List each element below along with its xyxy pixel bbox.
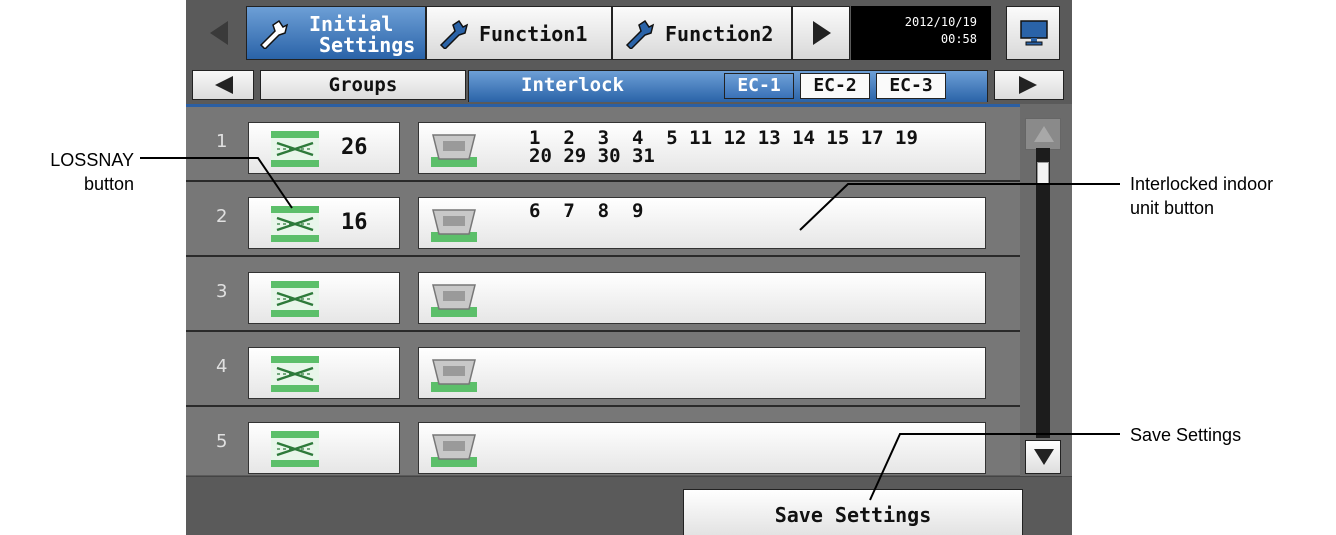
clock-date: 2012/10/19 [904, 15, 977, 29]
row-number: 2 [216, 206, 228, 227]
lossnay-icon [271, 356, 319, 392]
tab-initial-settings[interactable]: Initial Settings [246, 6, 426, 60]
row-number: 3 [216, 281, 228, 302]
indoor-unit-button[interactable] [418, 347, 986, 399]
right-arrow-icon [813, 21, 831, 45]
wrench-icon [439, 19, 469, 49]
lossnay-icon [271, 206, 319, 242]
interlock-list: 1 26 1 2 3 4 5 11 12 13 14 15 17 19 20 2… [186, 104, 1020, 475]
callout-indoor-unit: Interlocked indoor unit button [1130, 172, 1273, 220]
callout-lossnay-line2: button [83, 174, 134, 194]
lossnay-icon [271, 281, 319, 317]
row-number: 4 [216, 356, 228, 377]
list-item: 3 [186, 257, 1020, 332]
list-item: 1 26 1 2 3 4 5 11 12 13 14 15 17 19 20 2… [186, 107, 1020, 182]
clock-time: 00:58 [940, 32, 977, 46]
lossnay-button[interactable] [248, 422, 400, 474]
callout-save-settings: Save Settings [1130, 425, 1242, 445]
unit-numbers-line2: 20 29 30 31 [529, 145, 655, 167]
row-number: 1 [216, 131, 228, 152]
tab-function1[interactable]: Function1 [426, 6, 612, 60]
tab-function2[interactable]: Function2 [612, 6, 792, 60]
left-arrow-icon [215, 76, 233, 94]
touch-screen: Initial Settings Function1 Function2 201… [186, 0, 1072, 535]
bottom-bar: Save Settings [186, 476, 1072, 535]
top-navigation-bar: Initial Settings Function1 Function2 201… [186, 0, 1072, 66]
list-item: 5 [186, 407, 1020, 475]
tab-groups[interactable]: Groups [260, 70, 466, 100]
lossnay-icon [271, 131, 319, 167]
indoor-unit-icon [431, 434, 477, 467]
lossnay-address: 16 [341, 210, 368, 235]
clock-display: 2012/10/19 00:58 [851, 6, 991, 60]
scroll-track[interactable] [1036, 148, 1050, 438]
wrench-icon [625, 19, 655, 49]
list-item: 4 [186, 332, 1020, 407]
callout-indoor-line2: unit button [1130, 198, 1215, 218]
down-arrow-icon [1034, 449, 1054, 465]
tab-label-line2: Settings [319, 33, 416, 57]
up-arrow-icon [1034, 126, 1054, 142]
scroll-up-button[interactable] [1025, 118, 1061, 150]
unit-numbers-line1: 6 7 8 9 [529, 200, 644, 222]
tab-ec-2[interactable]: EC-2 [800, 73, 870, 99]
indoor-unit-icon [431, 359, 477, 392]
back-arrow-button[interactable] [192, 6, 246, 60]
scroll-down-button[interactable] [1025, 440, 1061, 474]
indoor-unit-button[interactable]: 6 7 8 9 [418, 197, 986, 249]
monitor-button[interactable] [1006, 6, 1060, 60]
tab-ec-3[interactable]: EC-3 [876, 73, 946, 99]
tab-interlock-label: Interlock [521, 74, 624, 96]
indoor-unit-button[interactable] [418, 422, 986, 474]
scroll-thumb[interactable] [1037, 162, 1049, 184]
next-tab-button[interactable] [994, 70, 1064, 100]
indoor-unit-icon [431, 134, 477, 167]
indoor-unit-button[interactable]: 1 2 3 4 5 11 12 13 14 15 17 19 20 29 30 … [418, 122, 986, 174]
prev-tab-button[interactable] [192, 70, 254, 100]
list-item: 2 16 6 7 8 9 [186, 182, 1020, 257]
indoor-unit-icon [431, 284, 477, 317]
lossnay-button[interactable] [248, 272, 400, 324]
indoor-unit-button[interactable] [418, 272, 986, 324]
wrench-icon [259, 19, 289, 49]
next-page-button[interactable] [792, 6, 850, 60]
lossnay-button[interactable]: 16 [248, 197, 400, 249]
callout-indoor-line1: Interlocked indoor [1130, 174, 1274, 194]
tab-label: Function2 [665, 22, 774, 46]
left-arrow-icon [210, 21, 228, 45]
callout-lossnay-line1: LOSSNAY [50, 150, 134, 170]
lossnay-address: 26 [341, 135, 368, 160]
tab-ec-1[interactable]: EC-1 [724, 73, 794, 99]
right-arrow-icon [1019, 76, 1037, 94]
row-number: 5 [216, 431, 228, 452]
save-settings-button[interactable]: Save Settings [683, 489, 1023, 535]
tab-label: Function1 [479, 22, 588, 46]
sub-tab-bar: Groups Interlock EC-1 EC-2 EC-3 [186, 66, 1072, 102]
list-scrollbar[interactable] [1020, 104, 1072, 476]
lossnay-icon [271, 431, 319, 467]
callout-lossnay: LOSSNAY button [8, 148, 134, 196]
lossnay-button[interactable]: 26 [248, 122, 400, 174]
monitor-icon [1020, 20, 1048, 46]
indoor-unit-icon [431, 209, 477, 242]
lossnay-button[interactable] [248, 347, 400, 399]
